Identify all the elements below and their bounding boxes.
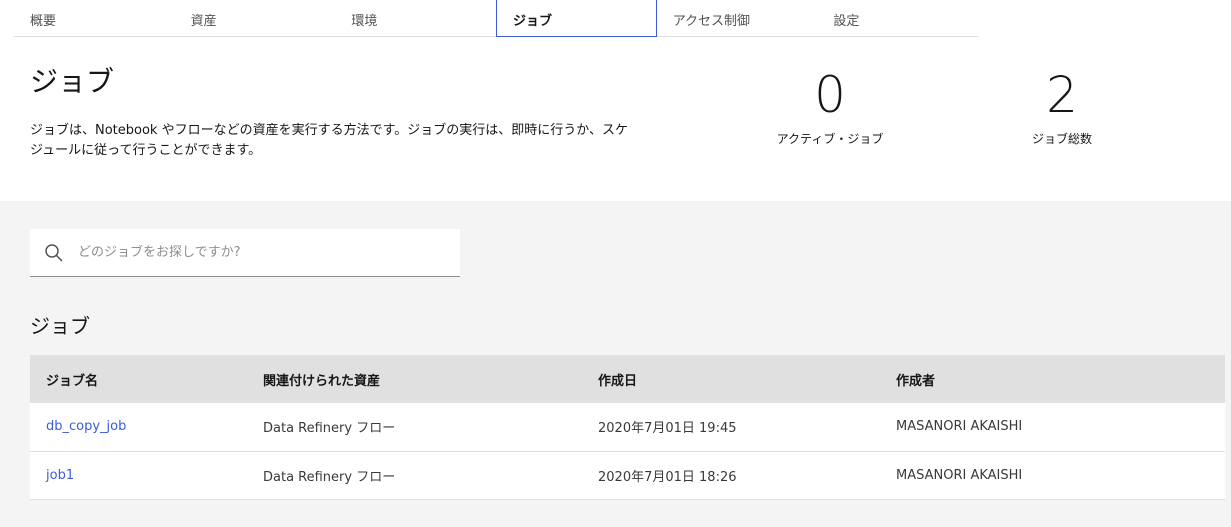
jobs-table: ジョブ名 関連付けられた資産 作成日 作成者 db_copy_job Data … <box>30 355 1225 500</box>
column-header-job-name[interactable]: ジョブ名 <box>30 355 247 403</box>
job-link[interactable]: db_copy_job <box>46 419 126 434</box>
asset-cell: Data Refinery フロー <box>247 451 582 500</box>
active-jobs-count: 0 <box>814 66 846 124</box>
table-row: db_copy_job Data Refinery フロー 2020年7月01日… <box>30 403 1225 452</box>
table-header-row: ジョブ名 関連付けられた資産 作成日 作成者 <box>30 355 1225 403</box>
column-header-creator[interactable]: 作成者 <box>880 355 1225 403</box>
section-title: ジョブ <box>30 314 90 338</box>
job-link[interactable]: job1 <box>46 468 74 483</box>
table-row: job1 Data Refinery フロー 2020年7月01日 18:26 … <box>30 451 1225 500</box>
page-title: ジョブ <box>30 65 115 98</box>
search-icon <box>45 243 63 262</box>
created-cell: 2020年7月01日 18:26 <box>582 451 880 500</box>
tab-overview[interactable]: 概要 <box>14 0 175 37</box>
page-description: ジョブは、Notebook やフローなどの資産を実行する方法です。ジョブの実行は… <box>30 123 629 158</box>
active-jobs-stat: 0 アクティブ・ジョブ <box>770 64 890 147</box>
active-jobs-label: アクティブ・ジョブ <box>776 132 884 146</box>
tab-access-control[interactable]: アクセス制御 <box>656 0 818 37</box>
total-jobs-stat: 2 ジョブ総数 <box>1012 64 1112 147</box>
column-header-created[interactable]: 作成日 <box>582 355 880 403</box>
tab-bar: 概要 資産 環境 ジョブ アクセス制御 設定 <box>14 0 979 37</box>
column-header-asset[interactable]: 関連付けられた資産 <box>247 355 582 403</box>
tab-settings[interactable]: 設定 <box>817 0 979 37</box>
total-jobs-count: 2 <box>1046 66 1078 124</box>
asset-cell: Data Refinery フロー <box>247 403 582 452</box>
creator-cell: MASANORI AKAISHI <box>880 403 1225 452</box>
tab-jobs[interactable]: ジョブ <box>496 0 657 37</box>
tab-assets[interactable]: 資産 <box>174 0 336 37</box>
search-input[interactable] <box>78 245 438 260</box>
created-cell: 2020年7月01日 19:45 <box>582 403 880 452</box>
creator-cell: MASANORI AKAISHI <box>880 451 1225 500</box>
job-name-cell: job1 <box>30 451 247 500</box>
job-name-cell: db_copy_job <box>30 403 247 452</box>
total-jobs-label: ジョブ総数 <box>1031 132 1092 146</box>
tab-environments[interactable]: 環境 <box>335 0 497 37</box>
job-search[interactable] <box>30 229 460 277</box>
